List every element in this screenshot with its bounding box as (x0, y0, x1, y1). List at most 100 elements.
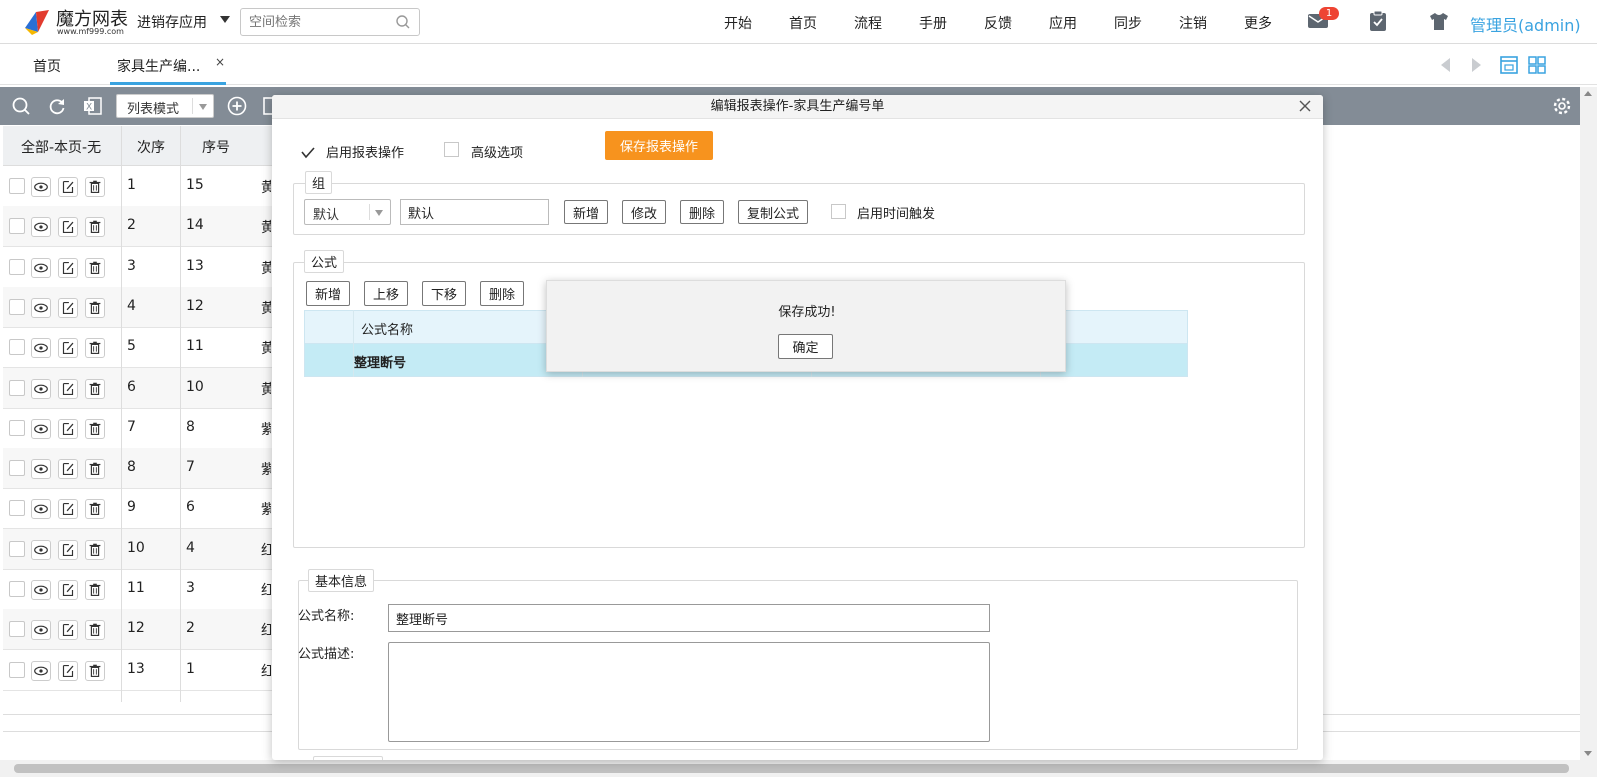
table-row[interactable]: 9 6 紫 (3, 488, 273, 530)
formula-name-input[interactable] (388, 604, 990, 632)
row-checkbox[interactable] (9, 500, 25, 517)
grid-view-icon[interactable] (1527, 55, 1547, 75)
row-checkbox[interactable] (9, 540, 25, 557)
row-checkbox[interactable] (9, 258, 25, 275)
formula-move-down-button[interactable]: 下移 (422, 281, 467, 306)
nav-flow[interactable]: 流程 (854, 13, 882, 33)
nav-start[interactable]: 开始 (724, 13, 752, 33)
time-trigger-checkbox[interactable] (831, 204, 846, 219)
table-row[interactable]: 12 2 红 (3, 609, 273, 651)
group-add-button[interactable]: 新增 (564, 200, 609, 224)
formula-move-up-button[interactable]: 上移 (364, 281, 409, 306)
header-select-all[interactable]: 全部-本页-无 (21, 137, 101, 157)
edit-icon[interactable] (58, 620, 78, 641)
table-row[interactable]: 7 8 紫 (3, 408, 273, 449)
edit-icon[interactable] (58, 338, 78, 359)
edit-icon[interactable] (58, 499, 78, 520)
table-row[interactable]: 13 1 红 (3, 650, 273, 691)
table-row[interactable]: 8 7 紫 (3, 448, 273, 490)
row-checkbox[interactable] (9, 661, 25, 678)
table-row[interactable]: 10 4 红 (3, 528, 273, 570)
edit-icon[interactable] (58, 177, 78, 197)
view-icon[interactable] (31, 660, 51, 681)
nav-manual[interactable]: 手册 (919, 13, 947, 33)
chevron-down-icon[interactable] (220, 16, 230, 23)
delete-icon[interactable] (85, 539, 105, 560)
search-icon[interactable] (11, 96, 31, 116)
edit-icon[interactable] (58, 297, 78, 318)
edit-icon[interactable] (58, 217, 78, 238)
table-row[interactable]: 6 10 黄 (3, 367, 273, 409)
tab-furniture-production[interactable]: 家具生产编... (117, 56, 200, 76)
delete-icon[interactable] (85, 338, 105, 359)
search-input[interactable] (249, 13, 389, 31)
advanced-options-checkbox[interactable] (444, 142, 459, 157)
brand-logo-icon[interactable] (22, 6, 52, 36)
group-edit-button[interactable]: 修改 (622, 200, 667, 224)
edit-icon[interactable] (58, 418, 78, 439)
delete-icon[interactable] (85, 418, 105, 439)
row-checkbox[interactable] (9, 419, 25, 436)
table-row[interactable]: 5 11 黄 (3, 327, 273, 369)
vertical-scrollbar[interactable] (1580, 87, 1597, 760)
search-icon[interactable] (395, 14, 411, 30)
view-icon[interactable] (31, 459, 51, 480)
view-icon[interactable] (31, 297, 51, 318)
table-row[interactable]: 4 12 黄 (3, 286, 273, 328)
tab-next-icon[interactable] (1466, 55, 1486, 75)
add-icon[interactable] (227, 96, 247, 116)
list-mode-select[interactable]: 列表模式 (116, 94, 214, 118)
view-icon[interactable] (31, 620, 51, 641)
formula-delete-button[interactable]: 删除 (480, 281, 525, 306)
shirt-theme-icon[interactable] (1428, 10, 1450, 32)
alert-ok-button[interactable]: 确定 (778, 334, 833, 359)
scroll-thumb[interactable] (14, 764, 1569, 773)
delete-icon[interactable] (85, 620, 105, 641)
group-name-input[interactable] (400, 199, 549, 225)
close-icon[interactable] (1297, 98, 1313, 114)
user-name[interactable]: 管理员(admin) (1470, 12, 1581, 36)
view-icon[interactable] (31, 177, 51, 197)
row-checkbox[interactable] (9, 298, 25, 315)
table-row[interactable]: 3 13 黄 (3, 247, 273, 288)
row-checkbox[interactable] (9, 460, 25, 477)
space-search[interactable] (240, 8, 420, 36)
tab-home[interactable]: 首页 (33, 56, 61, 76)
row-checkbox[interactable] (9, 339, 25, 356)
table-row[interactable]: 1 15 黄 (3, 166, 273, 207)
refresh-icon[interactable] (47, 96, 67, 116)
view-icon[interactable] (31, 338, 51, 359)
nav-apps[interactable]: 应用 (1049, 13, 1077, 33)
row-checkbox[interactable] (9, 178, 25, 194)
delete-icon[interactable] (85, 459, 105, 480)
delete-icon[interactable] (85, 177, 105, 197)
formula-desc-textarea[interactable] (388, 642, 990, 742)
row-checkbox[interactable] (9, 218, 25, 235)
row-checkbox[interactable] (9, 621, 25, 638)
edit-icon[interactable] (58, 378, 78, 399)
scroll-down-icon[interactable] (1584, 751, 1592, 756)
horizontal-scrollbar[interactable] (0, 760, 1597, 777)
gear-icon[interactable] (1552, 96, 1572, 116)
edit-icon[interactable] (58, 459, 78, 480)
delete-icon[interactable] (85, 297, 105, 318)
tab-prev-icon[interactable] (1436, 55, 1456, 75)
delete-icon[interactable] (85, 217, 105, 238)
view-icon[interactable] (31, 257, 51, 278)
copy-formula-button[interactable]: 复制公式 (738, 200, 809, 224)
window-icon[interactable] (1499, 55, 1519, 75)
nav-home[interactable]: 首页 (789, 13, 817, 33)
scroll-up-icon[interactable] (1584, 91, 1592, 96)
row-checkbox[interactable] (9, 581, 25, 597)
delete-icon[interactable] (85, 580, 105, 600)
table-row[interactable]: 11 3 红 (3, 569, 273, 610)
view-icon[interactable] (31, 378, 51, 399)
nav-more[interactable]: 更多 (1244, 13, 1272, 33)
nav-logout[interactable]: 注销 (1179, 13, 1207, 33)
row-checkbox[interactable] (9, 379, 25, 396)
app-selector[interactable]: 进销存应用 (137, 12, 207, 32)
table-row[interactable]: 2 14 黄 (3, 206, 273, 248)
edit-icon[interactable] (58, 580, 78, 600)
delete-icon[interactable] (85, 499, 105, 520)
delete-icon[interactable] (85, 660, 105, 681)
